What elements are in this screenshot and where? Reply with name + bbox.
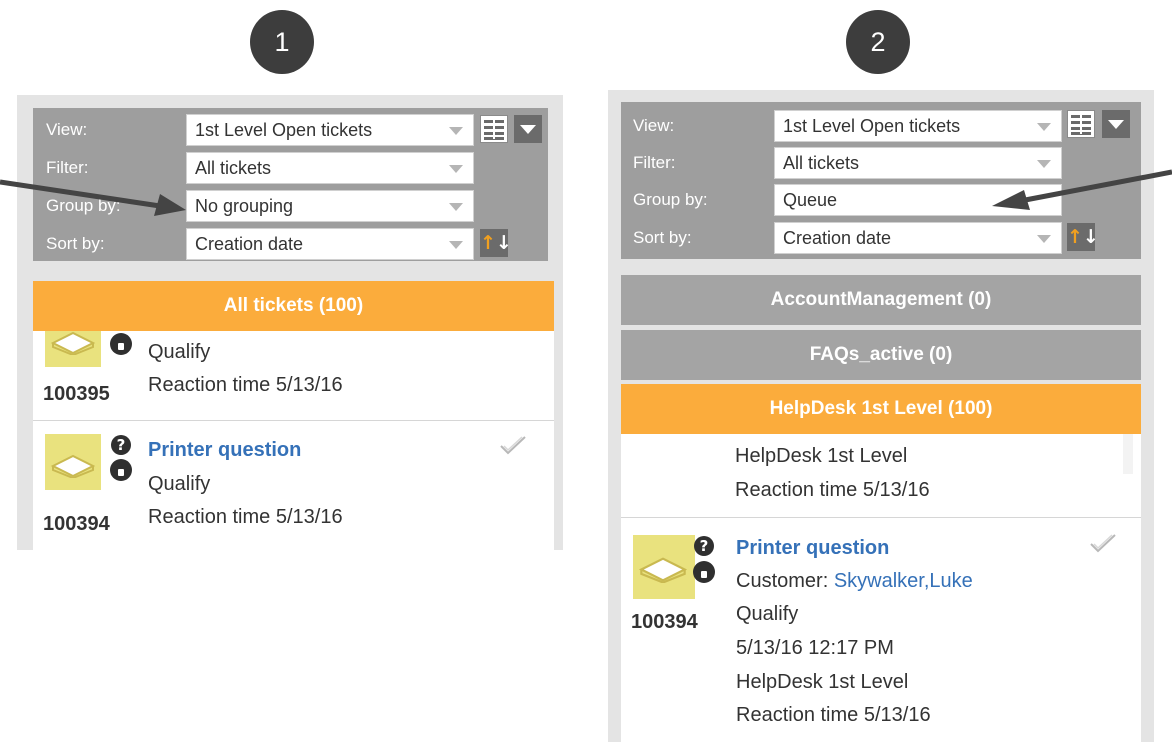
ticket-status: Qualify: [148, 341, 211, 363]
view-select-value: 1st Level Open tickets: [195, 120, 373, 140]
filter-select-value: All tickets: [195, 158, 272, 178]
lock-icon: [110, 333, 132, 355]
lock-icon: [110, 459, 132, 481]
ticket-id: 100394: [631, 611, 698, 633]
ticket-list-2: HelpDesk 1st Level Reaction time 5/13/16…: [621, 434, 1141, 742]
grid-view-icon[interactable]: [1067, 110, 1095, 138]
question-icon: ?: [694, 536, 714, 556]
chevron-down-icon: [1037, 160, 1051, 168]
view-select[interactable]: 1st Level Open tickets: [774, 110, 1062, 142]
group-by-label: Group by:: [633, 190, 708, 209]
group-by-select-value: No grouping: [195, 196, 294, 216]
chevron-down-icon: [449, 165, 463, 173]
ticket-title-link[interactable]: Printer question: [736, 537, 889, 560]
scrollbar[interactable]: [1123, 434, 1133, 474]
sort-by-label: Sort by:: [633, 228, 692, 247]
lock-icon: [693, 561, 715, 583]
filter-select-value: All tickets: [783, 153, 860, 173]
ticket-queue: HelpDesk 1st Level: [736, 671, 909, 693]
ticket-id: 100394: [43, 513, 110, 535]
divider: [33, 420, 554, 421]
question-icon: ?: [111, 435, 131, 455]
step-badge-2: 2: [846, 10, 910, 74]
ticket-title-link[interactable]: Printer question: [148, 439, 301, 462]
group-by-select[interactable]: No grouping: [186, 190, 474, 222]
ticket-reaction-time: Reaction time 5/13/16: [735, 479, 930, 501]
customer-link[interactable]: Skywalker,Luke: [834, 570, 973, 592]
sort-by-select[interactable]: Creation date: [774, 222, 1062, 254]
ticket-status: Qualify: [148, 473, 211, 495]
view-menu-dropdown-icon[interactable]: [514, 115, 542, 143]
ticket-created: 5/13/16 12:17 PM: [736, 637, 894, 659]
filter-select[interactable]: All tickets: [186, 152, 474, 184]
ticket-reaction-time: Reaction time 5/13/16: [148, 374, 343, 396]
sort-by-label: Sort by:: [46, 234, 105, 253]
ticket-thumbnail-icon: [45, 331, 101, 367]
group-bar-account-management[interactable]: AccountManagement (0): [621, 275, 1141, 325]
ticket-queue: HelpDesk 1st Level: [735, 445, 908, 467]
ticket-reaction-time: Reaction time 5/13/16: [736, 704, 931, 726]
ticket-thumbnail-icon: [633, 535, 695, 599]
ticket-thumbnail-icon: [45, 434, 101, 490]
chevron-down-icon: [1037, 123, 1051, 131]
view-label: View:: [633, 116, 675, 135]
sort-by-select-value: Creation date: [195, 234, 304, 254]
ticket-id: 100395: [43, 383, 110, 405]
filter-label: Filter:: [633, 153, 676, 172]
ticket-customer: Customer: Skywalker,Luke: [736, 570, 973, 593]
group-by-select-value: Queue: [783, 190, 838, 210]
grid-view-icon[interactable]: [480, 115, 508, 143]
arrow-pointer-icon: [992, 169, 1172, 210]
ticket-reaction-time: Reaction time 5/13/16: [148, 506, 343, 528]
divider: [621, 517, 1141, 518]
group-bar-helpdesk-1st-level[interactable]: HelpDesk 1st Level (100): [621, 384, 1141, 434]
check-icon[interactable]: [1089, 533, 1117, 555]
group-bar-faqs-active[interactable]: FAQs_active (0): [621, 330, 1141, 380]
sort-order-icon[interactable]: ↑↓: [1067, 223, 1099, 251]
sort-by-select-value: Creation date: [783, 228, 892, 248]
chevron-down-icon: [449, 241, 463, 249]
group-bar-all-tickets[interactable]: All tickets (100): [33, 281, 554, 331]
view-select-value: 1st Level Open tickets: [783, 116, 961, 136]
step-badge-1: 1: [250, 10, 314, 74]
chevron-down-icon: [1037, 235, 1051, 243]
customer-label: Customer:: [736, 570, 834, 592]
check-icon[interactable]: [499, 435, 527, 457]
sort-by-select[interactable]: Creation date: [186, 228, 474, 260]
sort-order-icon[interactable]: ↑↓: [480, 229, 512, 257]
ticket-status: Qualify: [736, 603, 799, 625]
ticket-list-1: Qualify Reaction time 5/13/16 100395 ? P…: [33, 331, 554, 550]
chevron-down-icon: [449, 203, 463, 211]
chevron-down-icon: [449, 127, 463, 135]
view-label: View:: [46, 120, 88, 139]
view-select[interactable]: 1st Level Open tickets: [186, 114, 474, 146]
view-menu-dropdown-icon[interactable]: [1102, 110, 1130, 138]
arrow-pointer-icon: [0, 179, 186, 216]
